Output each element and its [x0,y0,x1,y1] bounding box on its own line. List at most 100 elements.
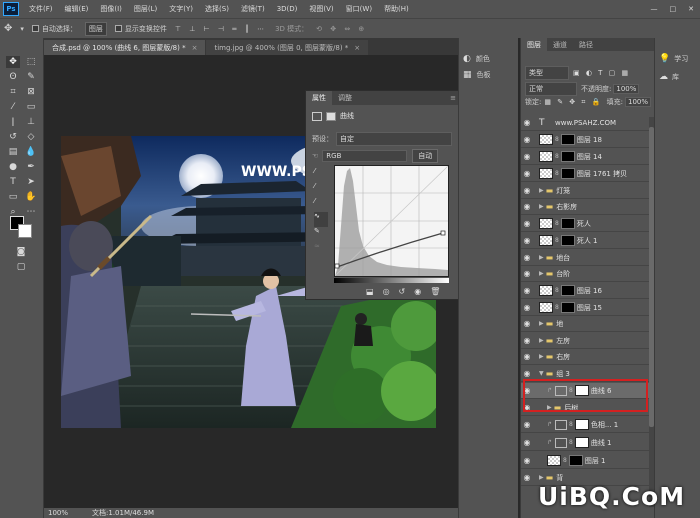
lasso-tool-icon[interactable]: ʘ [6,71,20,83]
layer-mask-thumbnail[interactable] [560,218,575,229]
layer-mask-thumbnail[interactable] [560,151,575,162]
layer-row[interactable]: ◉ ↱ 8 色相... 1 [521,417,651,433]
layer-thumbnail[interactable] [539,218,553,229]
pencil-draw-icon[interactable]: ✎ [314,227,328,242]
tool-preset-icon[interactable]: ▾ [20,25,24,33]
path-select-tool-icon[interactable]: ➤ [24,176,38,188]
link-icon[interactable]: 8 [569,439,573,446]
menu-filter[interactable]: 滤镜(T) [235,4,271,14]
curve-point-white[interactable] [440,230,446,236]
menu-image[interactable]: 图像(I) [94,4,128,14]
tab-layers[interactable]: 图层 [521,38,547,51]
link-icon[interactable]: 8 [555,304,559,311]
tab-properties[interactable]: 属性 [306,91,332,105]
layer-mask-thumbnail[interactable] [560,168,575,179]
visibility-eye-icon[interactable]: ◉ [521,352,533,361]
menu-layer[interactable]: 图层(L) [128,4,163,14]
layer-thumbnail[interactable] [547,455,561,466]
link-icon[interactable]: 8 [555,287,559,294]
close-tab-icon[interactable]: × [354,44,360,52]
opacity-field[interactable]: 100% [613,84,640,94]
quick-mask-icon[interactable]: ◙ [14,246,28,258]
layer-row[interactable]: ◉ Twww.PSAHZ.COM [521,115,651,131]
align-icons[interactable]: ⊤ ⊥ ⊢ ⊣ ═ ║ ⋯ [175,25,267,33]
visibility-eye-icon[interactable]: ◉ [521,135,533,144]
layer-row[interactable]: ◉ ▶ ▬ 灯笼 [521,183,651,199]
delete-icon[interactable]: 🗑 [430,287,440,296]
preset-dropdown[interactable]: 自定 [336,132,452,146]
brush-tool-icon[interactable]: ǀ [6,116,20,128]
hand-tool-icon[interactable]: ✋ [24,191,38,203]
visibility-eye-icon[interactable]: ◉ [521,336,533,345]
expand-arrow-icon[interactable]: ▶ [539,254,544,261]
type-tool-icon[interactable]: T [6,176,20,188]
menu-3d[interactable]: 3D(D) [271,5,304,13]
link-icon[interactable]: 8 [563,457,567,464]
panel-menu-icon[interactable]: ≡ [450,94,456,102]
menu-type[interactable]: 文字(Y) [163,4,199,14]
visibility-eye-icon[interactable]: ◉ [521,369,533,378]
link-icon[interactable]: 8 [555,220,559,227]
menu-file[interactable]: 文件(F) [23,4,59,14]
link-icon[interactable]: 8 [555,153,559,160]
stamp-tool-icon[interactable]: ⊥ [24,116,38,128]
visibility-eye-icon[interactable]: ◉ [521,473,533,482]
layer-mask-thumbnail[interactable] [560,285,575,296]
swatches-panel-button[interactable]: ▦ 色板 [463,70,491,80]
libraries-panel-button[interactable]: ☁ 库 [659,72,679,82]
maximize-icon[interactable]: □ [664,5,683,13]
white-point-eyedropper-icon[interactable]: ⁄ [314,197,328,212]
layer-mask-icon[interactable] [326,111,336,121]
dodge-tool-icon[interactable]: ● [6,161,20,173]
tab-timg-jpg[interactable]: timg.jpg @ 400% (图层 0, 图层蒙版/8) * × [206,40,369,55]
tab-paths[interactable]: 路径 [573,38,599,51]
visibility-eye-icon[interactable]: ◉ [521,253,533,262]
expand-arrow-icon[interactable]: ▶ [539,353,544,360]
layer-row[interactable]: ◉ ▶ ▬ 右房 [521,349,651,365]
layer-row[interactable]: ◉ 8 图层 1 [521,453,651,469]
menu-edit[interactable]: 编辑(E) [59,4,95,14]
background-color-swatch[interactable] [18,224,32,238]
layer-row[interactable]: ◉ 8 图层 16 [521,283,651,299]
filter-icons[interactable]: ▣ ◐ T ▢ ▦ [573,69,630,77]
expand-arrow-icon[interactable]: ▶ [539,474,544,481]
link-icon[interactable]: 8 [569,421,573,428]
minimize-icon[interactable]: — [645,5,664,13]
visibility-icon[interactable]: ◉ [414,287,421,296]
pen-tool-icon[interactable]: ✒ [24,161,38,173]
link-icon[interactable]: 8 [555,170,559,177]
screen-mode-icon[interactable]: ▢ [14,261,28,273]
layer-row[interactable]: ◉ 8 图层 14 [521,149,651,165]
layer-thumbnail[interactable] [539,151,553,162]
visibility-eye-icon[interactable]: ◉ [521,152,533,161]
menu-window[interactable]: 窗口(W) [340,4,378,14]
layer-row[interactable]: ◉ ▶ ▬ 地台 [521,250,651,266]
auto-button[interactable]: 自动 [412,149,439,163]
gradient-tool-icon[interactable]: ▤ [6,146,20,158]
lock-icons[interactable]: ▦ ✎ ✥ ⌗ 🔒 [544,98,602,107]
layer-thumbnail[interactable] [539,302,553,313]
visibility-eye-icon[interactable]: ◉ [521,169,533,178]
show-transform-option[interactable]: 显示变换控件 [114,24,167,34]
layer-thumbnail[interactable] [539,168,553,179]
visibility-eye-icon[interactable]: ◉ [521,319,533,328]
close-tab-icon[interactable]: × [192,44,198,52]
expand-arrow-icon[interactable]: ▶ [539,187,544,194]
layer-row[interactable]: ◉ ▶ ▬ 台阶 [521,266,651,282]
layer-mask-thumbnail[interactable] [560,134,575,145]
layer-mask-thumbnail[interactable] [574,437,589,448]
zoom-level[interactable]: 100% [48,509,68,517]
layer-row[interactable]: ◉ 8 图层 1761 拷贝 [521,166,651,182]
eraser-tool-icon[interactable]: ◇ [24,131,38,143]
menu-help[interactable]: 帮助(H) [378,4,415,14]
quick-select-tool-icon[interactable]: ✎ [24,71,38,83]
visibility-eye-icon[interactable]: ◉ [521,438,533,447]
menu-select[interactable]: 选择(S) [199,4,235,14]
layer-thumbnail[interactable] [539,285,553,296]
visibility-eye-icon[interactable]: ◉ [521,236,533,245]
expand-arrow-icon[interactable]: ▶ [539,203,544,210]
crop-tool-icon[interactable]: ⌗ [6,86,20,98]
visibility-eye-icon[interactable]: ◉ [521,219,533,228]
gray-point-eyedropper-icon[interactable]: ⁄ [314,182,328,197]
expand-arrow-icon[interactable]: ▼ [539,370,544,377]
